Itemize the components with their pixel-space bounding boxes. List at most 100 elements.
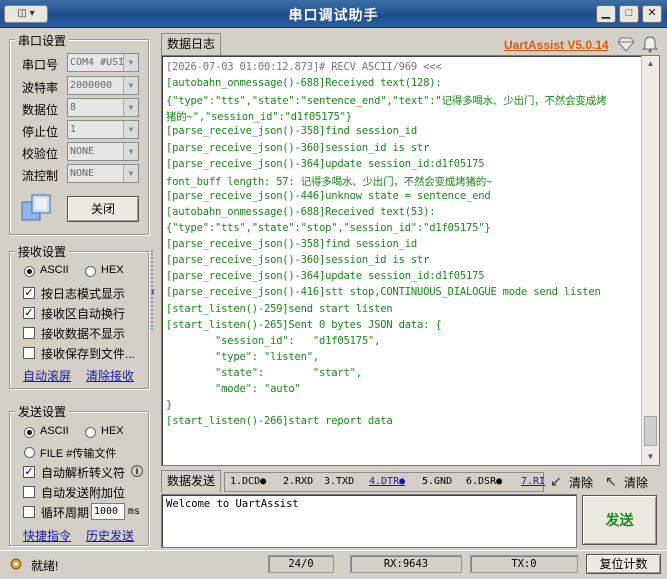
log-line: [parse_receive_json()-360]session_id is … (166, 254, 430, 267)
auto-wrap-label: 接收区自动换行 (41, 307, 126, 321)
send-settings-title: 发送设置 (15, 403, 70, 420)
pin-ri[interactable]: 7.RI (521, 476, 545, 487)
status-rx: RX:9643 (350, 555, 462, 573)
hide-data-label: 接收数据不显示 (41, 327, 126, 341)
auto-wrap-checkbox[interactable]: ✓ (23, 307, 35, 319)
auto-escape-checkbox[interactable]: ✓ (23, 466, 35, 478)
flow-select[interactable]: NONE ▼ (67, 164, 139, 183)
log-line: [2026-07-03 01:00:12.873]# RECV ASCII/96… (166, 61, 442, 73)
baud-value: 2000000 (70, 80, 113, 91)
receive-hex-radio[interactable] (85, 266, 96, 277)
log-line: [start_listen()-266]start report data (166, 415, 393, 428)
receive-log-area[interactable]: [2026-07-03 01:00:12.873]# RECV ASCII/96… (161, 55, 660, 466)
log-line: [parse_receive_json()-358]find session_i… (166, 238, 417, 251)
pin-dtr[interactable]: 4.DTR● (369, 476, 405, 487)
maximize-button[interactable]: □ (619, 5, 639, 23)
clear-receive-link[interactable]: 清除接收 (86, 367, 134, 384)
log-line: 猪的~","session_id":"d1f05175"} (166, 111, 352, 124)
log-line: [start_listen()-259]send start listen (166, 302, 393, 315)
log-line: {"type":"tts","state":"stop","session_id… (166, 222, 491, 234)
baud-label: 波特率 (22, 81, 59, 95)
port-select[interactable]: COM4 #USI ▼ (67, 53, 139, 72)
close-port-button[interactable]: 关闭 (67, 196, 139, 222)
collapse-arrow-icon[interactable]: ‹ (151, 284, 155, 298)
parity-select[interactable]: NONE ▼ (67, 142, 139, 161)
status-settings-icon (8, 556, 24, 572)
stopbits-select[interactable]: 1 ▼ (67, 120, 139, 139)
log-line: [autobahn_onmessage()-688]Received text(… (166, 77, 442, 90)
send-ascii-radio[interactable] (24, 427, 35, 438)
save-to-file-checkbox[interactable] (23, 347, 35, 359)
clear-receive-button[interactable]: 清除 (569, 474, 593, 491)
pin-txd: 3.TXD (324, 476, 355, 487)
send-input[interactable]: Welcome to UartAssist (161, 494, 577, 548)
log-line: "type": "listen", (166, 350, 320, 363)
chevron-down-icon: ▼ (123, 77, 138, 94)
databits-select[interactable]: 8 ▼ (67, 98, 139, 117)
log-line: [parse_receive_json()-416]stt stop,CONTI… (166, 286, 601, 299)
window-title: 串口调试助手 (288, 7, 379, 23)
info-icon[interactable]: i (131, 465, 143, 477)
status-tx: TX:0 (470, 555, 578, 573)
close-button[interactable]: ✕ (642, 5, 662, 23)
stopbits-value: 1 (70, 124, 77, 135)
log-line: [parse_receive_json()-360]session_id is … (166, 141, 430, 154)
send-file-radio[interactable] (24, 447, 35, 458)
pin-dsr: 6.DSR● (466, 476, 503, 487)
stopbits-label: 停止位 (22, 125, 59, 139)
tab-data-send[interactable]: 数据发送 (161, 470, 221, 492)
log-line: } (166, 399, 173, 412)
parity-label: 校验位 (22, 147, 59, 161)
hide-data-checkbox[interactable] (23, 327, 35, 339)
scroll-thumb[interactable] (644, 416, 657, 446)
log-line: {"type":"tts","state":"sentence_end","te… (166, 95, 607, 108)
log-line: [parse_receive_json()-364]update session… (166, 270, 485, 283)
scroll-down-icon[interactable]: ▼ (643, 449, 658, 464)
log-scrollbar[interactable]: ▲ ▼ (641, 56, 659, 465)
baud-select[interactable]: 2000000 ▼ (67, 76, 139, 95)
chevron-down-icon: ▼ (123, 99, 138, 116)
minimize-button[interactable]: ▁ (596, 5, 616, 23)
tab-data-log[interactable]: 数据日志 (161, 33, 221, 55)
send-button[interactable]: 发送 (582, 495, 657, 545)
receive-ascii-radio[interactable] (24, 266, 35, 277)
databits-label: 数据位 (22, 103, 59, 117)
reset-count-button[interactable]: 复位计数 (586, 554, 661, 574)
shortcut-commands-link[interactable]: 快捷指令 (23, 527, 71, 544)
status-counter: 24/0 (268, 555, 334, 573)
receive-settings-title: 接收设置 (15, 243, 70, 260)
send-hex-label: HEX (101, 425, 124, 437)
chevron-down-icon: ▼ (123, 121, 138, 138)
chevron-down-icon: ▼ (123, 54, 138, 71)
auto-escape-label: 自动解析转义符 (41, 466, 126, 480)
clear-receive-arrow-icon[interactable]: ↙ (550, 473, 562, 490)
log-mode-checkbox[interactable]: ✓ (23, 287, 35, 299)
clear-send-arrow-icon[interactable]: ↖ (605, 473, 617, 490)
chevron-down-icon: ▼ (123, 143, 138, 160)
save-to-file-label: 接收保存到文件... (41, 347, 136, 361)
log-line: "mode": "auto" (166, 383, 301, 395)
auto-scroll-link[interactable]: 自动滚屏 (23, 367, 71, 384)
serial-settings-title: 串口设置 (15, 32, 70, 49)
cycle-period-input[interactable]: 1000 (91, 503, 125, 520)
status-ready: 就绪! (31, 559, 59, 573)
append-bits-checkbox[interactable] (23, 486, 35, 498)
log-line: "state": "start", (166, 366, 362, 379)
cycle-checkbox[interactable] (23, 506, 35, 518)
clear-send-button[interactable]: 清除 (624, 474, 648, 491)
port-status-icon (20, 192, 54, 224)
append-bits-label: 自动发送附加位 (41, 486, 126, 500)
cycle-unit: ms (128, 506, 141, 517)
scroll-up-icon[interactable]: ▲ (643, 56, 658, 71)
flow-value: NONE (70, 168, 95, 179)
log-line: "session_id": "d1f05175", (166, 334, 381, 347)
brand-link[interactable]: UartAssist V5.0.14 (504, 38, 609, 52)
receive-hex-label: HEX (101, 264, 124, 276)
diamond-icon[interactable] (617, 36, 635, 52)
history-send-link[interactable]: 历史发送 (86, 527, 134, 544)
databits-value: 8 (70, 102, 77, 113)
bell-icon[interactable] (641, 35, 659, 53)
port-label: 串口号 (22, 58, 59, 72)
pin-rxd: 2.RXD (283, 476, 314, 487)
send-hex-radio[interactable] (85, 427, 96, 438)
